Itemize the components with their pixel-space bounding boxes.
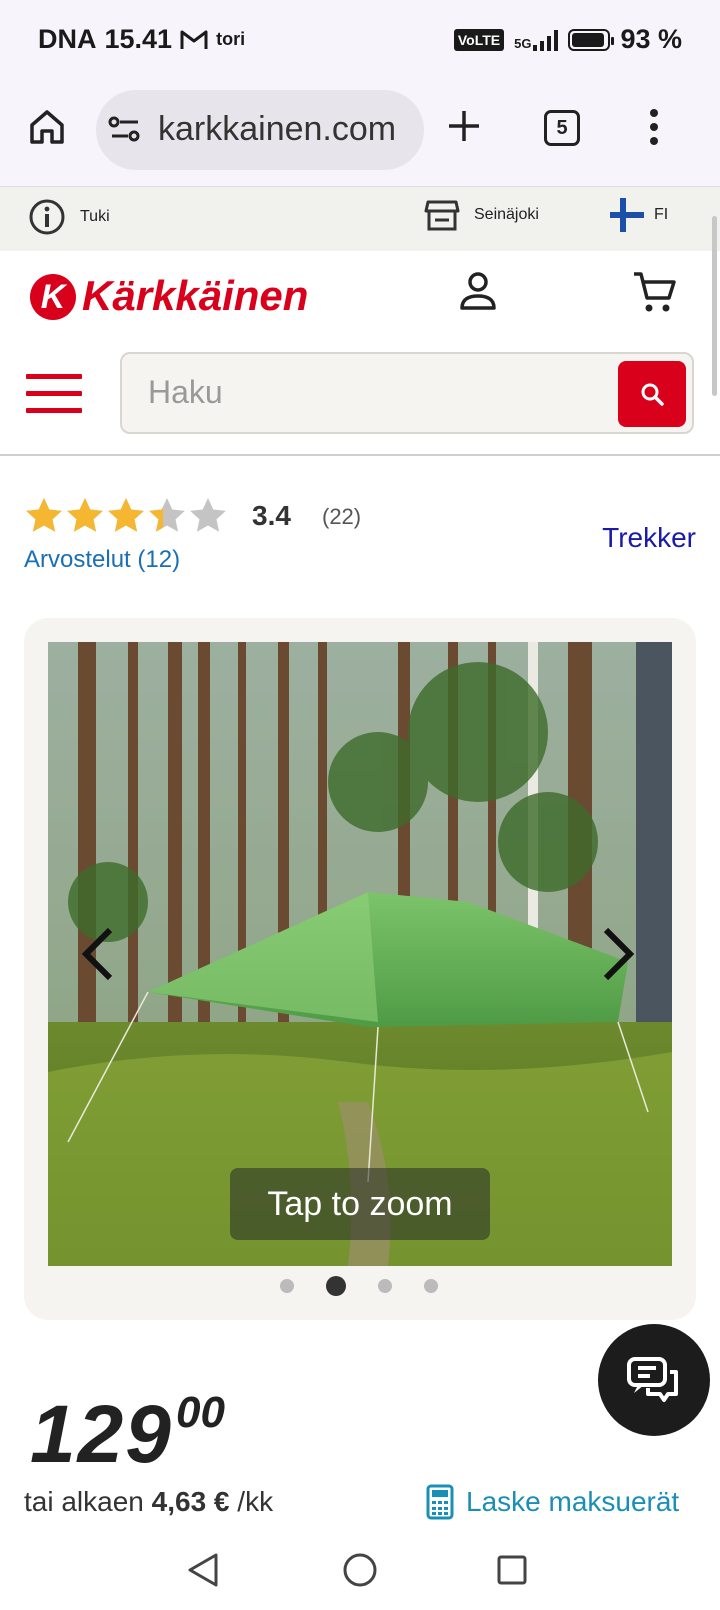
plus-icon bbox=[449, 111, 479, 141]
installment-suffix: /kk bbox=[237, 1486, 274, 1517]
store-icon bbox=[424, 200, 460, 231]
gmail-icon bbox=[180, 30, 208, 49]
new-tab-button[interactable] bbox=[446, 108, 482, 149]
recents-button[interactable] bbox=[496, 1554, 528, 1591]
rating-stars bbox=[24, 496, 228, 536]
gallery-dot[interactable] bbox=[378, 1279, 392, 1293]
search-icon bbox=[641, 383, 664, 406]
clock: 15.41 bbox=[104, 24, 173, 54]
star-icon bbox=[108, 498, 144, 532]
more-vert-icon bbox=[650, 109, 658, 145]
cart-button[interactable] bbox=[632, 270, 676, 319]
status-left: DNA 15.41 tori bbox=[38, 24, 245, 55]
battery-percent: 93 % bbox=[620, 24, 682, 54]
gallery-dot[interactable] bbox=[424, 1279, 438, 1293]
calculator-icon bbox=[426, 1484, 454, 1520]
installment-link-label: Laske maksuerät bbox=[466, 1486, 680, 1517]
cart-icon bbox=[634, 272, 676, 312]
finnish-flag-icon bbox=[610, 198, 644, 232]
back-button[interactable] bbox=[186, 1552, 220, 1593]
logo-icon[interactable]: K bbox=[30, 274, 76, 320]
chat-button[interactable] bbox=[598, 1324, 710, 1436]
price-main: 129 bbox=[30, 1389, 173, 1480]
battery-icon bbox=[568, 28, 615, 51]
signal-icon bbox=[533, 29, 559, 51]
language-label: FI bbox=[654, 206, 669, 223]
url-text[interactable]: karkkainen.com bbox=[158, 110, 414, 149]
price-cents: 00 bbox=[176, 1388, 225, 1437]
tori-app-icon: tori bbox=[216, 29, 246, 49]
scrollbar[interactable] bbox=[712, 216, 717, 396]
network-type: 5G bbox=[514, 35, 532, 51]
installment-calculator-link[interactable]: Laske maksuerät bbox=[426, 1484, 679, 1520]
search-button[interactable] bbox=[618, 361, 686, 427]
search-placeholder[interactable]: Haku bbox=[148, 374, 223, 411]
menu-button[interactable] bbox=[26, 374, 82, 414]
volte-icon: VoLTE bbox=[453, 28, 505, 51]
installment-prefix: tai alkaen bbox=[24, 1486, 144, 1517]
recents-square-icon bbox=[497, 1555, 527, 1585]
home-icon bbox=[30, 110, 64, 144]
installment-text: tai alkaen 4,63 € /kk bbox=[24, 1486, 273, 1518]
user-icon bbox=[460, 272, 496, 310]
chat-icon bbox=[627, 1357, 678, 1402]
account-button[interactable] bbox=[458, 270, 498, 317]
home-button[interactable] bbox=[28, 108, 66, 151]
store-selector[interactable]: Seinäjoki bbox=[424, 198, 539, 232]
chevron-right-icon bbox=[603, 927, 635, 981]
installment-amount: 4,63 € bbox=[151, 1486, 230, 1517]
chevron-left-icon bbox=[81, 927, 113, 981]
site-settings-icon[interactable] bbox=[108, 114, 142, 149]
language-selector[interactable]: FI bbox=[610, 198, 668, 232]
header-divider bbox=[0, 454, 720, 456]
home-nav-button[interactable] bbox=[342, 1552, 378, 1593]
status-right: VoLTE 5G 93 % bbox=[453, 24, 682, 55]
star-icon bbox=[67, 498, 103, 532]
gallery-pagination bbox=[280, 1276, 438, 1296]
support-label: Tuki bbox=[80, 208, 110, 225]
gallery-dot[interactable] bbox=[280, 1279, 294, 1293]
rating-value: 3.4 bbox=[252, 500, 291, 531]
gallery-next-button[interactable] bbox=[600, 926, 638, 987]
support-link[interactable]: Tuki bbox=[28, 198, 110, 236]
reviews-link[interactable]: Arvostelut (12) bbox=[24, 546, 180, 574]
star-icon bbox=[149, 498, 185, 532]
home-circle-icon bbox=[343, 1553, 377, 1587]
gallery-prev-button[interactable] bbox=[78, 926, 116, 987]
tab-switcher-button[interactable]: 5 bbox=[544, 110, 580, 146]
star-icon bbox=[26, 498, 62, 532]
browser-menu-button[interactable] bbox=[648, 108, 660, 151]
back-triangle-icon bbox=[188, 1553, 218, 1587]
rating-count: (22) bbox=[322, 504, 362, 529]
logo-text[interactable]: Kärkkäinen bbox=[82, 272, 308, 320]
star-icon bbox=[190, 498, 226, 532]
store-label: Seinäjoki bbox=[474, 206, 539, 223]
brand-link[interactable]: Trekker bbox=[602, 522, 696, 554]
zoom-hint[interactable]: Tap to zoom bbox=[230, 1168, 490, 1240]
info-icon bbox=[29, 199, 65, 235]
gallery-dot[interactable] bbox=[326, 1276, 346, 1296]
menu-icon-bar bbox=[26, 374, 82, 379]
carrier-name: DNA bbox=[38, 24, 97, 54]
